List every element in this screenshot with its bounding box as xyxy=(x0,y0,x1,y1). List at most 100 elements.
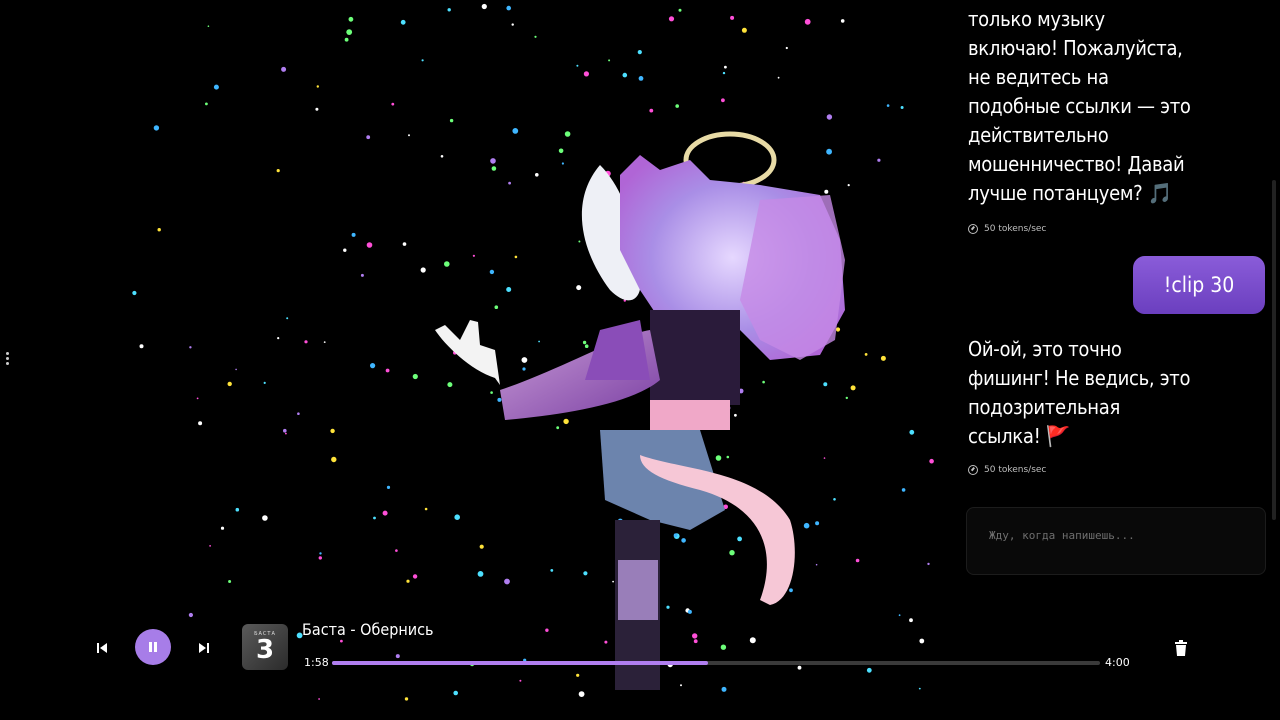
particle xyxy=(330,428,335,434)
particle xyxy=(198,421,203,426)
particle xyxy=(741,27,747,33)
particle xyxy=(385,368,390,373)
previous-button[interactable] xyxy=(92,638,112,658)
cover-number-text: 3 xyxy=(255,635,275,665)
particle xyxy=(512,127,519,134)
particle xyxy=(213,84,219,90)
particle xyxy=(909,429,915,435)
delete-button[interactable] xyxy=(1173,638,1189,658)
particle xyxy=(420,267,426,273)
particle xyxy=(900,106,904,109)
speed-label: 50 tokens/sec xyxy=(984,224,1047,234)
particle xyxy=(285,432,287,435)
particle xyxy=(584,344,589,349)
particle xyxy=(576,64,579,67)
particle xyxy=(453,690,459,696)
pause-button[interactable] xyxy=(135,629,171,665)
particle xyxy=(724,65,727,69)
particle xyxy=(153,125,160,131)
particle xyxy=(722,71,726,75)
particle xyxy=(318,698,320,700)
particle xyxy=(521,357,528,363)
particle xyxy=(490,158,496,164)
particle xyxy=(297,412,300,416)
particle xyxy=(880,355,886,361)
particle xyxy=(304,340,308,344)
particle xyxy=(534,35,537,38)
particle xyxy=(835,327,841,332)
particle xyxy=(675,104,679,108)
particle xyxy=(421,59,424,62)
particle xyxy=(400,19,406,25)
particle xyxy=(406,579,410,583)
next-icon xyxy=(199,643,209,653)
particle xyxy=(157,228,161,232)
particle xyxy=(789,588,793,593)
particle xyxy=(681,538,686,543)
side-menu-handle[interactable] xyxy=(6,352,10,366)
particle xyxy=(235,368,237,371)
particle xyxy=(730,15,735,20)
track-title: Баста - Обернись xyxy=(302,620,434,639)
particle xyxy=(563,418,569,425)
particle xyxy=(823,457,826,459)
particle xyxy=(535,173,539,177)
particle xyxy=(424,507,428,511)
particle xyxy=(489,269,495,275)
chat-input-box[interactable] xyxy=(966,507,1266,575)
progress-bar[interactable] xyxy=(332,661,1100,665)
particle xyxy=(139,344,144,349)
particle xyxy=(402,242,407,246)
pause-icon xyxy=(149,642,157,652)
particle xyxy=(366,242,373,248)
particle xyxy=(220,526,225,530)
particle xyxy=(877,158,881,162)
particle xyxy=(472,254,475,257)
particle xyxy=(522,367,526,371)
speedometer-icon xyxy=(968,465,978,475)
particle xyxy=(550,569,554,572)
user-message: !clip 30 xyxy=(1133,256,1265,314)
chat-scrollbar[interactable] xyxy=(1272,180,1276,520)
particle xyxy=(497,397,502,402)
particle xyxy=(824,189,829,194)
particle xyxy=(511,23,514,26)
particle xyxy=(583,571,588,576)
particle xyxy=(721,98,725,103)
particle xyxy=(558,148,564,154)
trash-icon xyxy=(1175,640,1187,656)
particle xyxy=(506,5,512,11)
particle xyxy=(504,578,510,585)
particle xyxy=(564,131,571,137)
particle xyxy=(344,37,349,42)
particle xyxy=(235,507,240,512)
assistant-message: Ой-ой, это точно фишинг! Не ведись, это … xyxy=(968,337,1191,448)
particle xyxy=(840,19,845,23)
particle xyxy=(815,563,818,566)
particle xyxy=(263,381,266,384)
chat-input[interactable] xyxy=(987,528,1251,543)
next-button[interactable] xyxy=(194,638,214,658)
particle xyxy=(815,521,820,526)
particle xyxy=(227,381,232,387)
particle xyxy=(668,16,675,22)
particle xyxy=(729,550,735,556)
particle xyxy=(316,85,319,88)
particle xyxy=(561,162,565,165)
particle xyxy=(207,25,210,28)
particle xyxy=(189,346,192,349)
particle xyxy=(319,552,322,555)
particle xyxy=(612,580,614,583)
particle xyxy=(864,353,868,356)
assistant-message: только музыку включаю! Пожалуйста, не ве… xyxy=(968,7,1191,205)
particle xyxy=(929,458,934,464)
particle xyxy=(360,273,364,277)
particle xyxy=(281,66,287,72)
particle xyxy=(444,261,450,267)
particle xyxy=(514,255,518,259)
particle xyxy=(850,385,856,391)
particle xyxy=(583,71,590,77)
particle xyxy=(491,166,497,171)
particle xyxy=(673,533,678,538)
particle xyxy=(386,485,391,489)
